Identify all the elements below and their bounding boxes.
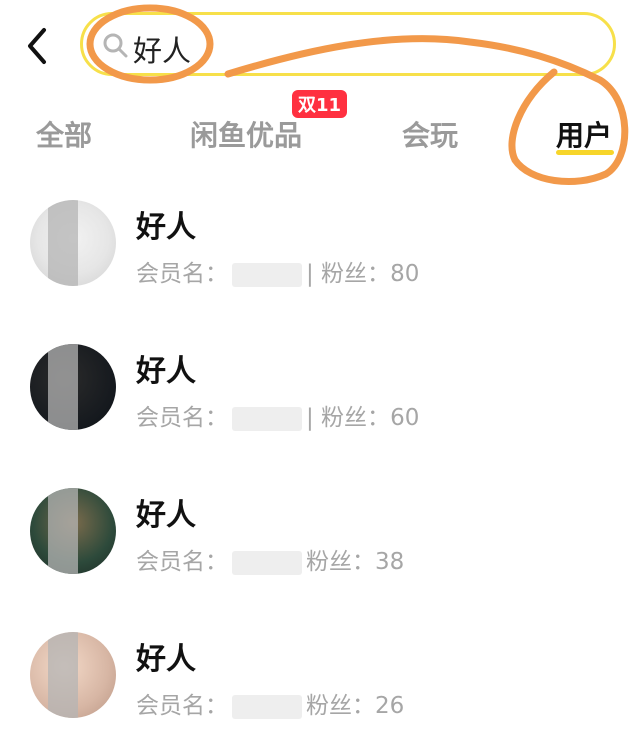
double11-badge: 双11 — [292, 90, 348, 118]
user-meta: 会员名： | 粉丝：60 — [136, 398, 419, 432]
tab-xianyu-youpin[interactable]: 闲鱼优品 — [190, 114, 302, 154]
tab-users[interactable]: 用户 — [556, 114, 612, 154]
user-name: 好人 — [136, 354, 196, 389]
search-icon — [103, 33, 128, 58]
fans-count: 80 — [390, 261, 420, 287]
user-list-item[interactable]: 好人 会员名： | 粉丝：80 — [0, 180, 640, 310]
back-button[interactable] — [18, 22, 62, 70]
redacted-member-name — [232, 550, 302, 575]
user-list-item[interactable]: 好人 会员名： 粉丝：38 — [0, 468, 640, 598]
user-name: 好人 — [136, 210, 196, 245]
member-label: 会员名： — [136, 549, 228, 575]
fans-count: 38 — [375, 549, 405, 575]
user-name: 好人 — [136, 498, 196, 533]
avatar-mask — [48, 488, 78, 574]
active-tab-indicator — [556, 150, 614, 155]
avatar — [30, 344, 116, 430]
fans-label: | 粉丝： — [306, 405, 391, 431]
fans-count: 60 — [390, 405, 420, 431]
chevron-left-icon — [28, 28, 46, 64]
avatar-mask — [48, 344, 78, 430]
member-label: 会员名： — [136, 405, 228, 431]
search-header: 好人 — [0, 0, 640, 92]
search-input[interactable]: 好人 — [80, 12, 616, 76]
avatar-mask — [48, 632, 78, 718]
fans-label: | 粉丝： — [306, 261, 391, 287]
user-meta: 会员名： 粉丝：26 — [136, 686, 404, 720]
member-label: 会员名： — [136, 261, 228, 287]
fans-label: 粉丝： — [306, 549, 375, 575]
user-name: 好人 — [136, 642, 196, 677]
fans-label: 粉丝： — [306, 693, 375, 719]
avatar — [30, 488, 116, 574]
user-list-item[interactable]: 好人 会员名： | 粉丝：60 — [0, 324, 640, 454]
tab-all[interactable]: 全部 — [36, 114, 92, 154]
avatar-mask — [48, 200, 78, 286]
avatar — [30, 200, 116, 286]
search-query: 好人 — [133, 34, 192, 68]
user-meta: 会员名： | 粉丝：80 — [136, 254, 419, 288]
fans-count: 26 — [375, 693, 405, 719]
redacted-member-name — [232, 262, 302, 287]
redacted-member-name — [232, 694, 302, 719]
redacted-member-name — [232, 406, 302, 431]
avatar — [30, 632, 116, 718]
member-label: 会员名： — [136, 693, 228, 719]
user-meta: 会员名： 粉丝：38 — [136, 542, 404, 576]
tab-huiwan[interactable]: 会玩 — [402, 114, 458, 154]
